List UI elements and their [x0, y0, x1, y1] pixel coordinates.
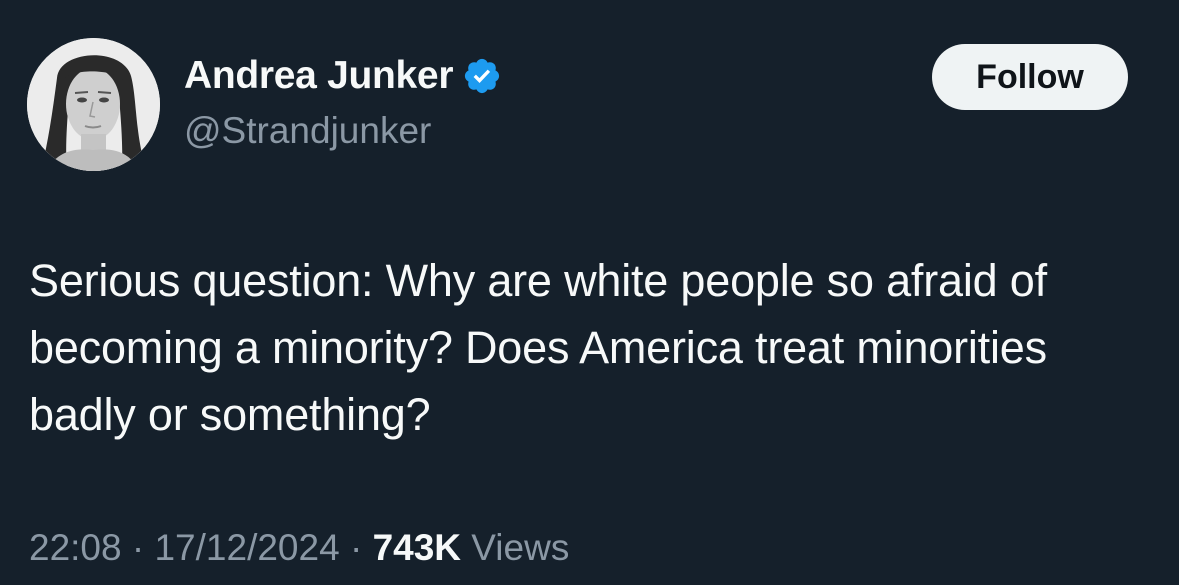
- tweet-time[interactable]: 22:08: [29, 527, 122, 568]
- follow-button[interactable]: Follow: [932, 44, 1128, 110]
- views-label: Views: [471, 527, 570, 568]
- tweet-text: Serious question: Why are white people s…: [29, 255, 1047, 440]
- tweet-card: Andrea Junker @Strandjunker Follow Serio…: [0, 0, 1179, 585]
- avatar[interactable]: [27, 38, 160, 171]
- tweet-date[interactable]: 17/12/2024: [154, 527, 339, 568]
- views-count: 743K: [372, 527, 472, 568]
- author-display-name[interactable]: Andrea Junker: [184, 54, 454, 98]
- avatar-photo: [27, 38, 160, 171]
- meta-separator: ·: [131, 527, 155, 568]
- verified-badge-icon: [462, 56, 502, 96]
- author-name-row: Andrea Junker: [184, 54, 502, 98]
- tweet-meta: 22:08 · 17/12/2024 · 743K Views: [29, 527, 569, 569]
- author-handle[interactable]: @Strandjunker: [184, 110, 431, 152]
- meta-separator: ·: [349, 527, 373, 568]
